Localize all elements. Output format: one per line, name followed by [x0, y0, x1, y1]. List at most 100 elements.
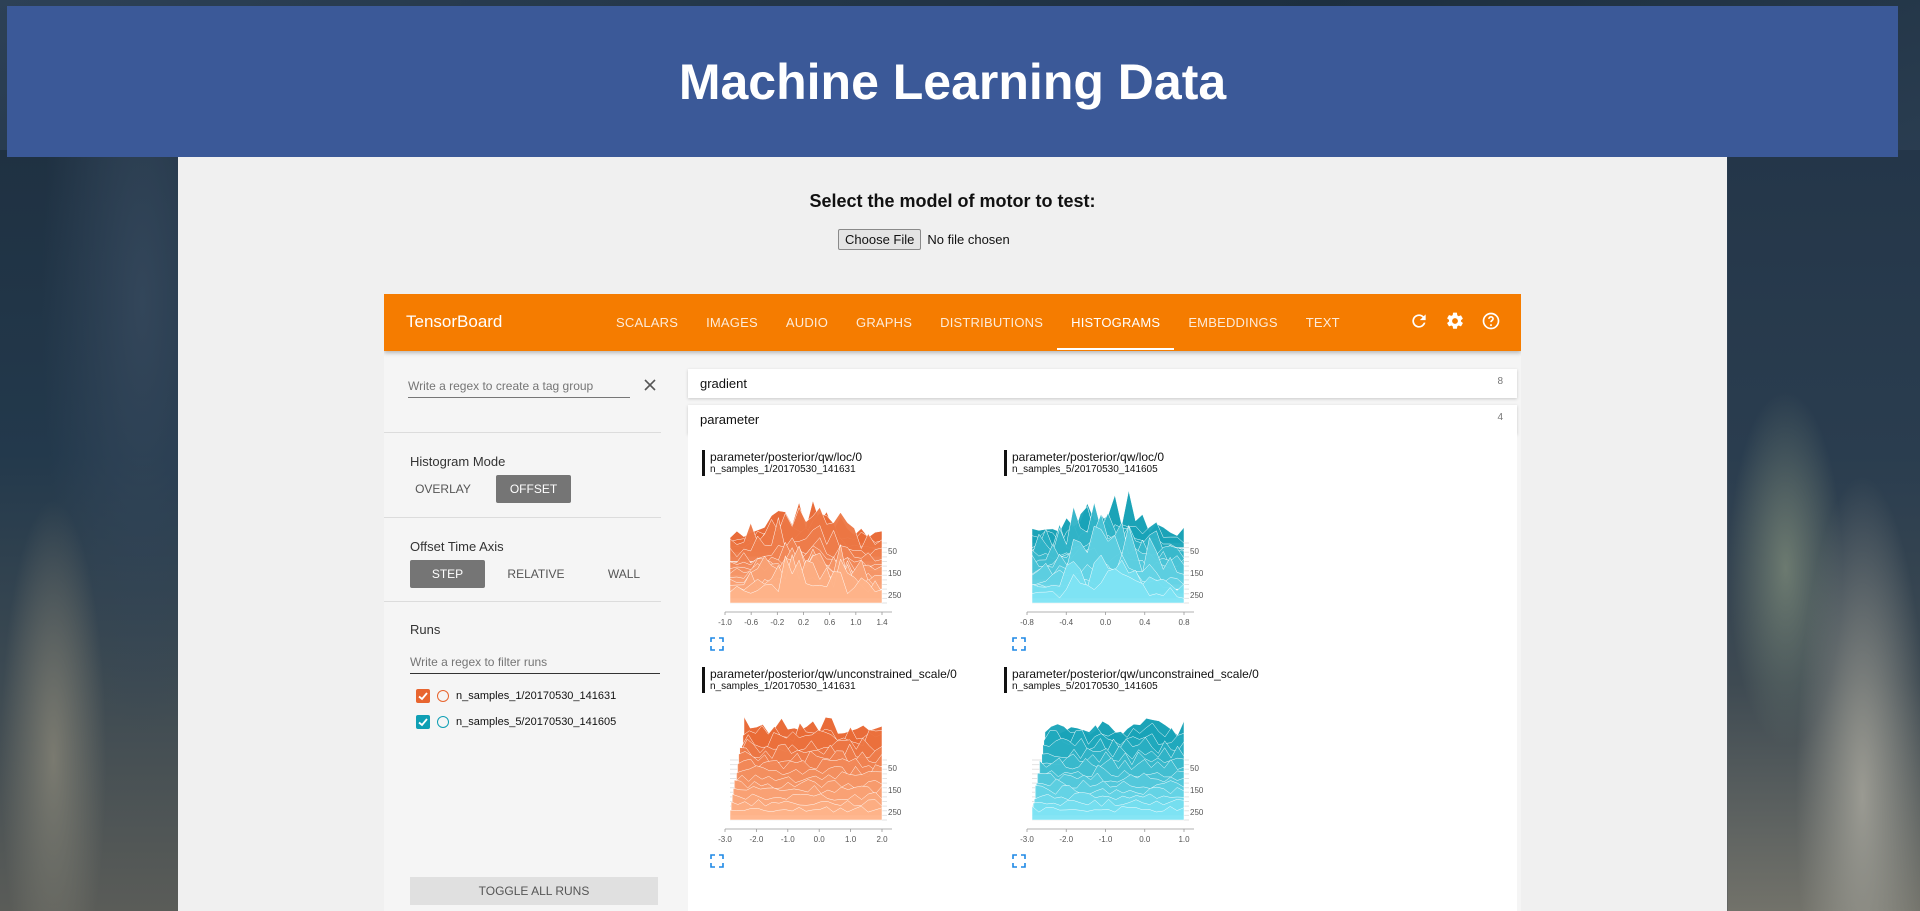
histogram-chart: 50 150 250 -3.0 -2.0 -1.0 0.0 1.0 2.0: [718, 716, 902, 844]
overlay-button[interactable]: OVERLAY: [408, 475, 478, 503]
refresh-icon[interactable]: [1409, 311, 1429, 331]
histogram-mode-label: Histogram Mode: [410, 454, 506, 469]
toggle-all-runs-button[interactable]: TOGGLE ALL RUNS: [410, 877, 658, 905]
x-tick-label: -0.4: [1059, 618, 1073, 627]
y-tick-label: 50: [888, 547, 897, 556]
fullscreen-icon[interactable]: [1012, 637, 1026, 651]
choose-file-button[interactable]: Choose File: [838, 229, 922, 250]
settings-icon[interactable]: [1445, 311, 1465, 331]
page-title: Machine Learning Data: [678, 53, 1227, 110]
run-color-ring-icon: [437, 690, 449, 702]
card-run: n_samples_1/20170530_141631: [710, 464, 856, 475]
tab-embeddings[interactable]: EMBEDDINGS: [1174, 294, 1291, 351]
runs-filter-input[interactable]: [410, 655, 650, 669]
tab-distributions[interactable]: DISTRIBUTIONS: [926, 294, 1057, 351]
y-tick-label: 250: [888, 808, 902, 817]
x-tick-label: 2.0: [876, 835, 888, 844]
histogram-chart: 50 150 250 -1.0 -0.6 -0.2 0.2 0.6 1.0 1.4: [718, 499, 902, 627]
card-tag: parameter/posterior/qw/loc/0: [710, 450, 863, 464]
background-right: [1728, 150, 1920, 911]
y-tick-label: 50: [1190, 764, 1199, 773]
x-tick-label: 0.4: [1139, 618, 1151, 627]
x-tick-label: 0.0: [1100, 618, 1112, 627]
background-left: [0, 150, 178, 911]
x-tick-label: -3.0: [1020, 835, 1034, 844]
step-button[interactable]: STEP: [410, 560, 485, 588]
close-icon[interactable]: [643, 378, 657, 392]
offset-button[interactable]: OFFSET: [496, 475, 571, 503]
card-run: n_samples_5/20170530_141605: [1012, 464, 1158, 475]
run-item[interactable]: n_samples_1/20170530_141631: [416, 689, 616, 703]
tag-regex-input[interactable]: [408, 379, 618, 393]
x-tick-label: -2.0: [1059, 835, 1073, 844]
file-status: No file chosen: [927, 232, 1010, 247]
tensorboard-brand: TensorBoard: [406, 312, 503, 331]
card-run: n_samples_1/20170530_141631: [710, 681, 856, 692]
histogram-panel: parameter/posterior/qw/loc/0 n_samples_1…: [688, 434, 1517, 911]
y-tick-label: 150: [888, 786, 902, 795]
model-select-label: Select the model of motor to test:: [809, 191, 1096, 211]
runs-filter-field[interactable]: [410, 653, 660, 674]
card-tag: parameter/posterior/qw/loc/0: [1012, 450, 1165, 464]
histogram-chart: 50 150 250 -3.0 -2.0 -1.0 0.0 1.0: [1020, 718, 1204, 844]
tag-regex-field[interactable]: [408, 377, 630, 398]
x-tick-label: 1.0: [1178, 835, 1190, 844]
relative-button[interactable]: RELATIVE: [496, 560, 576, 588]
histogram-card: parameter/posterior/qw/loc/0 n_samples_5…: [1004, 450, 1294, 660]
x-tick-label: 0.0: [1139, 835, 1151, 844]
fullscreen-icon[interactable]: [710, 637, 724, 651]
x-tick-label: 1.4: [876, 618, 888, 627]
checkbox-checked-icon[interactable]: [416, 715, 430, 729]
runs-label: Runs: [410, 622, 441, 637]
wall-button[interactable]: WALL: [589, 560, 659, 588]
fullscreen-icon[interactable]: [710, 854, 724, 868]
group-count: 8: [1497, 376, 1503, 387]
card-title: parameter/posterior/qw/unconstrained_sca…: [702, 667, 957, 693]
y-tick-label: 250: [1190, 808, 1204, 817]
run-name: n_samples_5/20170530_141605: [456, 716, 617, 728]
x-tick-label: -1.0: [718, 618, 732, 627]
tensorboard-frame: TensorBoard SCALARS IMAGES AUDIO GRAPHS …: [384, 294, 1521, 911]
x-tick-label: -0.6: [744, 618, 758, 627]
help-icon[interactable]: [1481, 311, 1501, 331]
run-name: n_samples_1/20170530_141631: [456, 690, 617, 702]
card-title: parameter/posterior/qw/unconstrained_sca…: [1004, 667, 1259, 693]
file-picker: Choose File No file chosen: [838, 229, 1010, 250]
tab-scalars[interactable]: SCALARS: [602, 294, 692, 351]
tab-graphs[interactable]: GRAPHS: [842, 294, 926, 351]
group-name: parameter: [700, 412, 760, 427]
histogram-card: parameter/posterior/qw/unconstrained_sca…: [1004, 667, 1294, 877]
tab-histograms[interactable]: HISTOGRAMS: [1057, 294, 1175, 351]
histogram-card: parameter/posterior/qw/loc/0 n_samples_1…: [702, 450, 992, 660]
tab-images[interactable]: IMAGES: [692, 294, 772, 351]
y-tick-label: 250: [1190, 591, 1204, 600]
tab-audio[interactable]: AUDIO: [772, 294, 842, 351]
y-tick-label: 50: [1190, 547, 1199, 556]
tab-text[interactable]: TEXT: [1292, 294, 1354, 351]
group-name: gradient: [700, 376, 747, 391]
x-tick-label: 0.2: [798, 618, 810, 627]
histogram-card: parameter/posterior/qw/unconstrained_sca…: [702, 667, 992, 877]
group-count: 4: [1497, 412, 1503, 423]
page-banner: Machine Learning Data: [7, 6, 1898, 157]
sidebar: Histogram Mode OVERLAY OFFSET Offset Tim…: [384, 351, 661, 911]
time-axis-label: Offset Time Axis: [410, 539, 504, 554]
group-header-gradient[interactable]: gradient 8: [688, 369, 1517, 398]
x-tick-label: -1.0: [781, 835, 795, 844]
checkbox-checked-icon[interactable]: [416, 689, 430, 703]
x-tick-label: -1.0: [1099, 835, 1113, 844]
y-tick-label: 150: [1190, 786, 1204, 795]
divider: [384, 432, 661, 433]
tensorboard-header: TensorBoard SCALARS IMAGES AUDIO GRAPHS …: [384, 294, 1521, 351]
x-tick-label: 0.6: [824, 618, 836, 627]
card-tag: parameter/posterior/qw/unconstrained_sca…: [710, 667, 957, 681]
y-tick-label: 150: [1190, 569, 1204, 578]
group-header-parameter[interactable]: parameter 4: [688, 405, 1517, 434]
x-tick-label: -2.0: [750, 835, 764, 844]
x-tick-label: -0.8: [1020, 618, 1034, 627]
y-tick-label: 150: [888, 569, 902, 578]
fullscreen-icon[interactable]: [1012, 854, 1026, 868]
x-tick-label: 0.8: [1178, 618, 1190, 627]
run-item[interactable]: n_samples_5/20170530_141605: [416, 715, 616, 729]
y-tick-label: 250: [888, 591, 902, 600]
